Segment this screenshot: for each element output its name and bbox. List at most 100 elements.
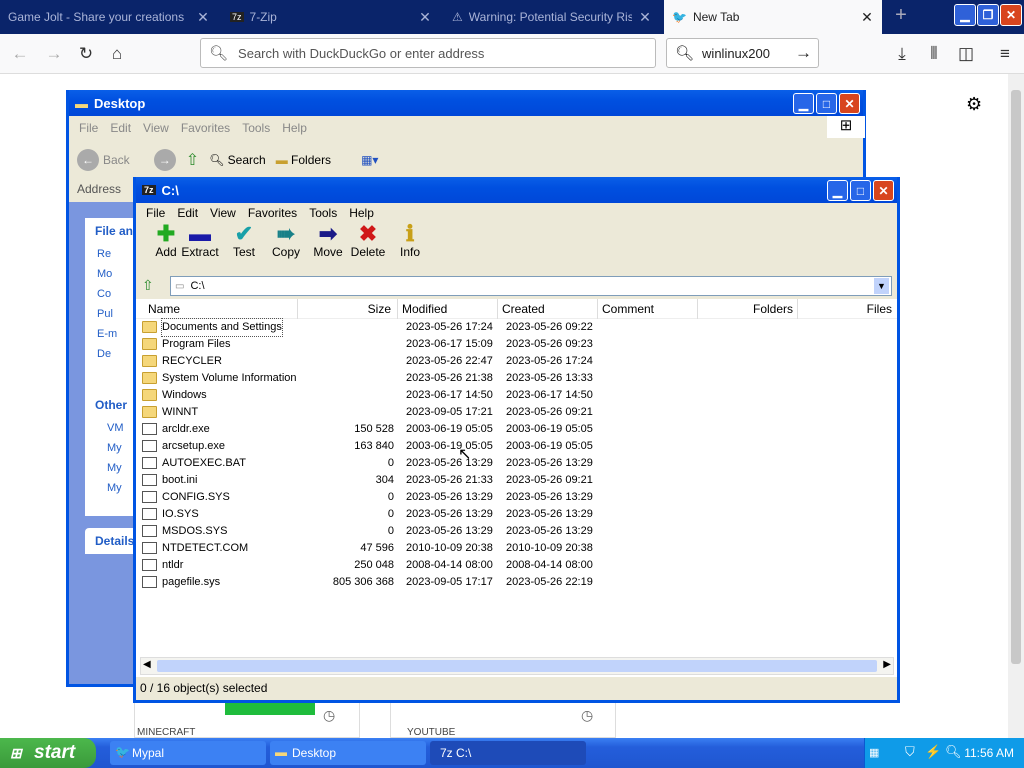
tab-security-warning[interactable]: ⚠ Warning: Potential Security Risk ✕ xyxy=(444,2,660,32)
network-icon[interactable]: ⚡ xyxy=(925,744,941,760)
maximize-button[interactable]: □ xyxy=(816,93,837,114)
scrollbar-thumb[interactable] xyxy=(1011,90,1021,664)
scroll-right-icon[interactable]: ▶ xyxy=(883,659,891,670)
minimize-button[interactable]: ▁ xyxy=(954,4,976,26)
col-name[interactable]: Name xyxy=(144,299,298,319)
table-row[interactable]: Program Files 2023-06-17 15:09 2023-05-26 … xyxy=(136,336,892,353)
table-row[interactable]: MSDOS.SYS 0 2023-05-26 13:29 2023-05-26 13:… xyxy=(136,523,892,540)
path-input[interactable]: ▭ C:\ ▼ xyxy=(170,276,892,296)
tab-7zip[interactable]: 7z 7-Zip ✕ xyxy=(222,2,440,32)
table-row[interactable]: RECYCLER 2023-05-26 22:47 2023-05-26 17:24 xyxy=(136,353,892,370)
place-item[interactable]: My xyxy=(107,478,135,498)
table-row[interactable]: ntldr 250 048 2008-04-14 08:00 2008-04-14 0… xyxy=(136,557,892,574)
menu-edit[interactable]: Edit xyxy=(171,206,204,220)
forward-arrow-icon[interactable]: → xyxy=(153,149,176,171)
table-row[interactable]: WINNT 2023-09-05 17:21 2023-05-26 09:21 xyxy=(136,404,892,421)
menu-edit[interactable]: Edit xyxy=(104,121,137,135)
back-arrow-icon[interactable]: ← xyxy=(8,42,32,66)
close-icon[interactable]: ✕ xyxy=(860,9,874,26)
table-row[interactable]: AUTOEXEC.BAT 0 2023-05-26 13:29 2023-05-26 … xyxy=(136,455,892,472)
col-created[interactable]: Created xyxy=(498,299,598,319)
tool-test-button[interactable]: ✔ Test xyxy=(224,223,264,260)
place-item[interactable]: VM xyxy=(107,418,135,438)
menu-file[interactable]: File xyxy=(73,121,104,135)
menu-icon[interactable]: ≡ xyxy=(993,42,1017,66)
tool-copy-button[interactable]: ➠ Copy xyxy=(266,223,306,260)
new-tab-button[interactable]: + xyxy=(890,4,912,30)
col-comment[interactable]: Comment xyxy=(598,299,698,319)
chevron-down-icon[interactable]: ▼ xyxy=(874,278,889,294)
task-desktop[interactable]: ▬ Desktop xyxy=(270,741,426,765)
tool-extract-button[interactable]: ▬ Extract xyxy=(180,223,220,260)
menu-view[interactable]: View xyxy=(137,121,175,135)
reload-icon[interactable]: ↻ xyxy=(74,42,98,66)
minimize-button[interactable]: ▁ xyxy=(827,180,848,201)
table-row[interactable]: Documents and Settings 2023-05-26 17:24 20… xyxy=(136,318,892,337)
close-button[interactable]: ✕ xyxy=(839,93,860,114)
tool-move-button[interactable]: ➡ Move xyxy=(308,223,348,260)
task-item[interactable]: Re xyxy=(97,244,135,264)
close-icon[interactable]: ✕ xyxy=(196,9,210,26)
menu-favorites[interactable]: Favorites xyxy=(242,206,303,220)
close-icon[interactable]: ✕ xyxy=(638,9,652,26)
menu-view[interactable]: View xyxy=(204,206,242,220)
sidebar-icon[interactable]: ◫ xyxy=(954,42,978,66)
place-item[interactable]: My xyxy=(107,458,135,478)
col-files[interactable]: Files xyxy=(798,299,896,319)
library-icon[interactable]: ⫴ xyxy=(922,42,946,66)
go-arrow-icon[interactable]: → xyxy=(795,43,812,63)
keyboard-icon[interactable]: ▦ xyxy=(869,746,879,759)
menu-tools[interactable]: Tools xyxy=(236,121,276,135)
search-button[interactable]: 🔍︎ Search xyxy=(209,153,266,167)
task-item[interactable]: Pul xyxy=(97,304,135,324)
task-item[interactable]: E-m xyxy=(97,324,135,344)
close-button[interactable]: ✕ xyxy=(1000,4,1022,26)
tool-delete-button[interactable]: ✖ Delete xyxy=(348,223,388,260)
close-icon[interactable]: ✕ xyxy=(418,9,432,26)
col-size[interactable]: Size xyxy=(298,299,398,319)
col-folders[interactable]: Folders xyxy=(698,299,798,319)
close-button[interactable]: ✕ xyxy=(873,180,894,201)
tool-info-button[interactable]: ℹ Info xyxy=(390,223,430,260)
place-item[interactable]: My xyxy=(107,438,135,458)
maximize-button[interactable]: □ xyxy=(850,180,871,201)
up-folder-icon[interactable]: ⇧ xyxy=(142,277,154,294)
menu-tools[interactable]: Tools xyxy=(303,206,343,220)
table-row[interactable]: CONFIG.SYS 0 2023-05-26 13:29 2023-05-26 13… xyxy=(136,489,892,506)
gear-icon[interactable]: ⚙ xyxy=(966,94,982,115)
scrollbar-thumb[interactable] xyxy=(157,660,877,672)
shield-icon[interactable]: ⛉ xyxy=(905,744,915,760)
url-bar[interactable]: 🔍︎ Search with DuckDuckGo or enter addre… xyxy=(200,38,656,68)
table-row[interactable]: pagefile.sys 805 306 368 2023-09-05 17:17 2… xyxy=(136,574,892,591)
page-scrollbar[interactable] xyxy=(1008,74,1024,738)
top-site-tile[interactable]: MINECRAFT ◷ xyxy=(134,702,360,738)
task-7zip[interactable]: 7z C:\ xyxy=(430,741,586,765)
menu-favorites[interactable]: Favorites xyxy=(175,121,236,135)
restore-button[interactable]: ❐ xyxy=(977,4,999,26)
tab-game-jolt[interactable]: Game Jolt - Share your creations ✕ xyxy=(0,2,218,32)
minimize-button[interactable]: ▁ xyxy=(793,93,814,114)
up-folder-icon[interactable]: ⇧ xyxy=(186,150,199,170)
start-button[interactable]: ⊞ start xyxy=(0,738,96,768)
task-item[interactable]: Mo xyxy=(97,264,135,284)
back-button[interactable]: ← Back xyxy=(77,149,130,171)
details-panel[interactable]: Details xyxy=(85,528,135,554)
forward-arrow-icon[interactable]: → xyxy=(42,42,66,66)
col-modified[interactable]: Modified xyxy=(398,299,498,319)
menu-help[interactable]: Help xyxy=(343,206,380,220)
home-icon[interactable]: ⌂ xyxy=(105,42,129,66)
menu-file[interactable]: File xyxy=(140,206,171,220)
folders-button[interactable]: ▬ Folders xyxy=(276,153,331,167)
task-item[interactable]: De xyxy=(97,344,135,364)
table-row[interactable]: IO.SYS 0 2023-05-26 13:29 2023-05-26 13:29 xyxy=(136,506,892,523)
table-row[interactable]: NTDETECT.COM 47 596 2010-10-09 20:38 2010-1… xyxy=(136,540,892,557)
task-item[interactable]: Co xyxy=(97,284,135,304)
task-mypal[interactable]: 🐦 Mypal xyxy=(110,741,266,765)
table-row[interactable]: Windows 2023-06-17 14:50 2023-06-17 14:50 xyxy=(136,387,892,404)
table-row[interactable]: arcsetup.exe 163 840 2003-06-19 05:05 2003-… xyxy=(136,438,892,455)
table-row[interactable]: arcldr.exe 150 528 2003-06-19 05:05 2003-06… xyxy=(136,421,892,438)
tab-new-tab[interactable]: 🐦 New Tab ✕ xyxy=(664,0,882,34)
scroll-left-icon[interactable]: ◀ xyxy=(143,659,151,670)
table-row[interactable]: System Volume Information 2023-05-26 21:3… xyxy=(136,370,892,387)
horizontal-scrollbar[interactable]: ◀ ▶ xyxy=(140,657,894,675)
